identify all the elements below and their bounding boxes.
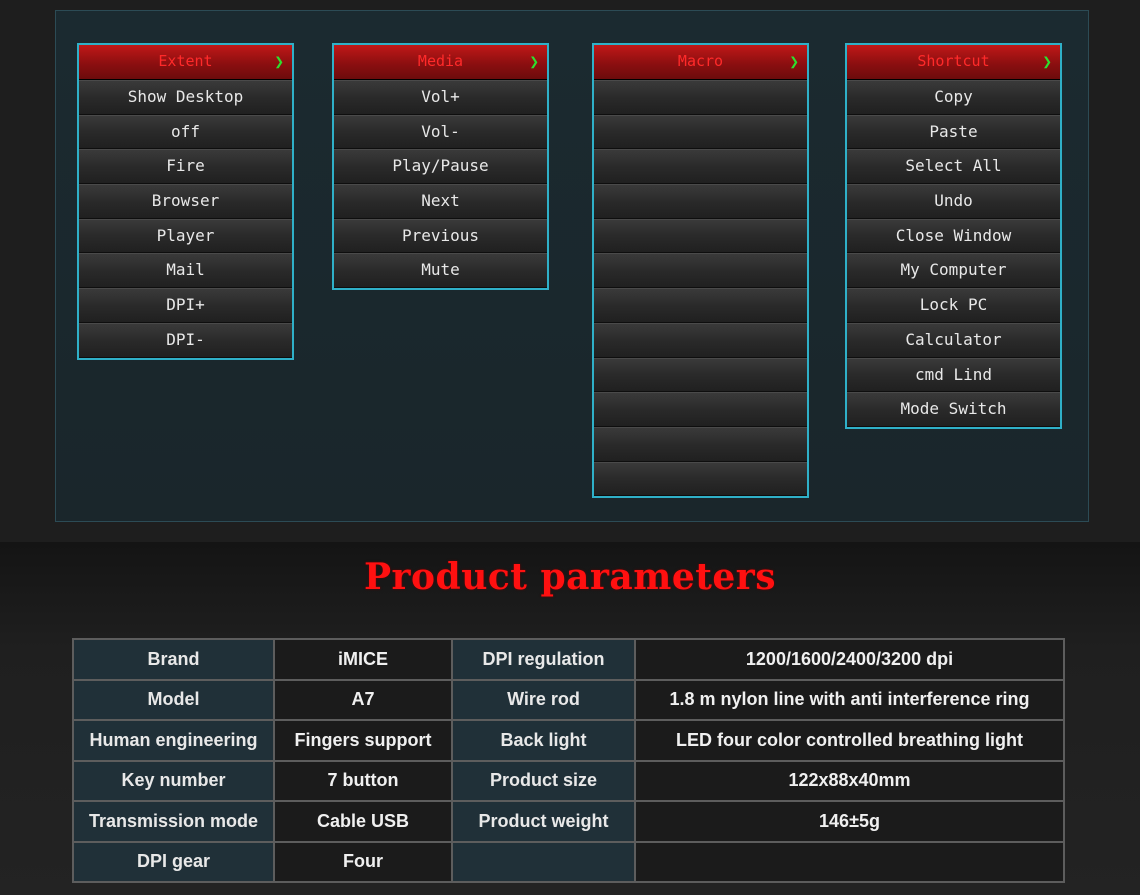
menu-title: Shortcut bbox=[917, 52, 990, 70]
param-value: iMICE bbox=[273, 638, 453, 681]
param-label: Model bbox=[72, 678, 275, 721]
menu-item[interactable]: DPI+ bbox=[79, 288, 292, 323]
menu-title: Macro bbox=[677, 52, 724, 70]
macro-slot[interactable] bbox=[594, 253, 807, 289]
menu-item[interactable]: Show Desktop bbox=[79, 80, 292, 115]
section-title: Product parameters bbox=[363, 556, 777, 598]
param-label: Product weight bbox=[451, 800, 636, 843]
param-value: 122x88x40mm bbox=[634, 759, 1065, 802]
table-row: Key number 7 button Product size 122x88x… bbox=[72, 759, 1065, 802]
menu-item[interactable]: Copy bbox=[847, 80, 1060, 115]
param-label: Product size bbox=[451, 759, 636, 802]
menu-item[interactable]: Next bbox=[334, 184, 547, 219]
macro-slot[interactable] bbox=[594, 357, 807, 393]
menu-item[interactable]: My Computer bbox=[847, 253, 1060, 289]
macro-slot[interactable] bbox=[594, 461, 807, 497]
menu-item[interactable]: Player bbox=[79, 218, 292, 254]
menu-item[interactable]: Mail bbox=[79, 253, 292, 289]
param-value: Cable USB bbox=[273, 800, 453, 843]
table-row: Human engineering Fingers support Back l… bbox=[72, 719, 1065, 762]
param-value: 1200/1600/2400/3200 dpi bbox=[634, 638, 1065, 681]
menu-shortcut: Shortcut ❯ Copy Paste Select All Undo Cl… bbox=[845, 43, 1062, 429]
menu-media: Media ❯ Vol+ Vol- Play/Pause Next Previo… bbox=[332, 43, 549, 291]
menu-item[interactable]: Paste bbox=[847, 114, 1060, 150]
param-value: 146±5g bbox=[634, 800, 1065, 843]
menu-item[interactable]: Previous bbox=[334, 218, 547, 254]
param-label: Transmission mode bbox=[72, 800, 275, 843]
menu-item[interactable]: Mute bbox=[334, 253, 547, 289]
chevron-right-icon: ❯ bbox=[529, 52, 539, 71]
menu-panel: Extent ❯ Show Desktop off Fire Browser P… bbox=[55, 10, 1089, 522]
menu-header-extent[interactable]: Extent ❯ bbox=[79, 45, 292, 80]
menu-item[interactable]: cmd Lind bbox=[847, 357, 1060, 393]
param-label bbox=[451, 840, 636, 883]
macro-slot[interactable] bbox=[594, 426, 807, 462]
param-label: Key number bbox=[72, 759, 275, 802]
menu-item[interactable]: DPI- bbox=[79, 322, 292, 358]
table-row: DPI gear Four bbox=[72, 840, 1065, 883]
chevron-right-icon: ❯ bbox=[274, 52, 284, 71]
menu-extent: Extent ❯ Show Desktop off Fire Browser P… bbox=[77, 43, 294, 360]
menu-item[interactable]: Mode Switch bbox=[847, 392, 1060, 427]
param-value bbox=[634, 840, 1065, 883]
menu-item[interactable]: Fire bbox=[79, 149, 292, 185]
table-row: Transmission mode Cable USB Product weig… bbox=[72, 800, 1065, 843]
param-value: A7 bbox=[273, 678, 453, 721]
menu-item[interactable]: Select All bbox=[847, 149, 1060, 185]
macro-slot[interactable] bbox=[594, 322, 807, 358]
menu-header-macro[interactable]: Macro ❯ bbox=[594, 45, 807, 80]
macro-slot[interactable] bbox=[594, 149, 807, 185]
menu-item[interactable]: Undo bbox=[847, 184, 1060, 219]
chevron-right-icon: ❯ bbox=[1042, 52, 1052, 71]
menu-item[interactable]: Lock PC bbox=[847, 288, 1060, 323]
menu-item[interactable]: off bbox=[79, 114, 292, 150]
macro-slot[interactable] bbox=[594, 392, 807, 427]
chevron-right-icon: ❯ bbox=[789, 52, 799, 71]
param-label: Back light bbox=[451, 719, 636, 762]
menu-header-media[interactable]: Media ❯ bbox=[334, 45, 547, 80]
param-value: Fingers support bbox=[273, 719, 453, 762]
menu-item[interactable]: Close Window bbox=[847, 218, 1060, 254]
table-row: Brand iMICE DPI regulation 1200/1600/240… bbox=[72, 638, 1065, 681]
params-table: Brand iMICE DPI regulation 1200/1600/240… bbox=[72, 638, 1065, 883]
param-value: 1.8 m nylon line with anti interference … bbox=[634, 678, 1065, 721]
table-row: Model A7 Wire rod 1.8 m nylon line with … bbox=[72, 678, 1065, 721]
macro-slot[interactable] bbox=[594, 288, 807, 323]
menu-item[interactable]: Calculator bbox=[847, 322, 1060, 358]
menu-macro: Macro ❯ bbox=[592, 43, 809, 499]
menu-item[interactable]: Browser bbox=[79, 184, 292, 219]
param-value: 7 button bbox=[273, 759, 453, 802]
menu-item[interactable]: Play/Pause bbox=[334, 149, 547, 185]
menu-header-shortcut[interactable]: Shortcut ❯ bbox=[847, 45, 1060, 80]
menu-title: Extent bbox=[158, 52, 213, 70]
param-value: Four bbox=[273, 840, 453, 883]
param-value: LED four color controlled breathing ligh… bbox=[634, 719, 1065, 762]
menu-title: Media bbox=[417, 52, 464, 70]
macro-slot[interactable] bbox=[594, 184, 807, 219]
param-label: DPI gear bbox=[72, 840, 275, 883]
macro-slot[interactable] bbox=[594, 80, 807, 115]
param-label: Brand bbox=[72, 638, 275, 681]
param-label: Wire rod bbox=[451, 678, 636, 721]
settings-screen: Extent ❯ Show Desktop off Fire Browser P… bbox=[0, 0, 1140, 542]
macro-slot[interactable] bbox=[594, 218, 807, 254]
menu-item[interactable]: Vol+ bbox=[334, 80, 547, 115]
param-label: DPI regulation bbox=[451, 638, 636, 681]
macro-slot[interactable] bbox=[594, 114, 807, 150]
menu-item[interactable]: Vol- bbox=[334, 114, 547, 150]
param-label: Human engineering bbox=[72, 719, 275, 762]
